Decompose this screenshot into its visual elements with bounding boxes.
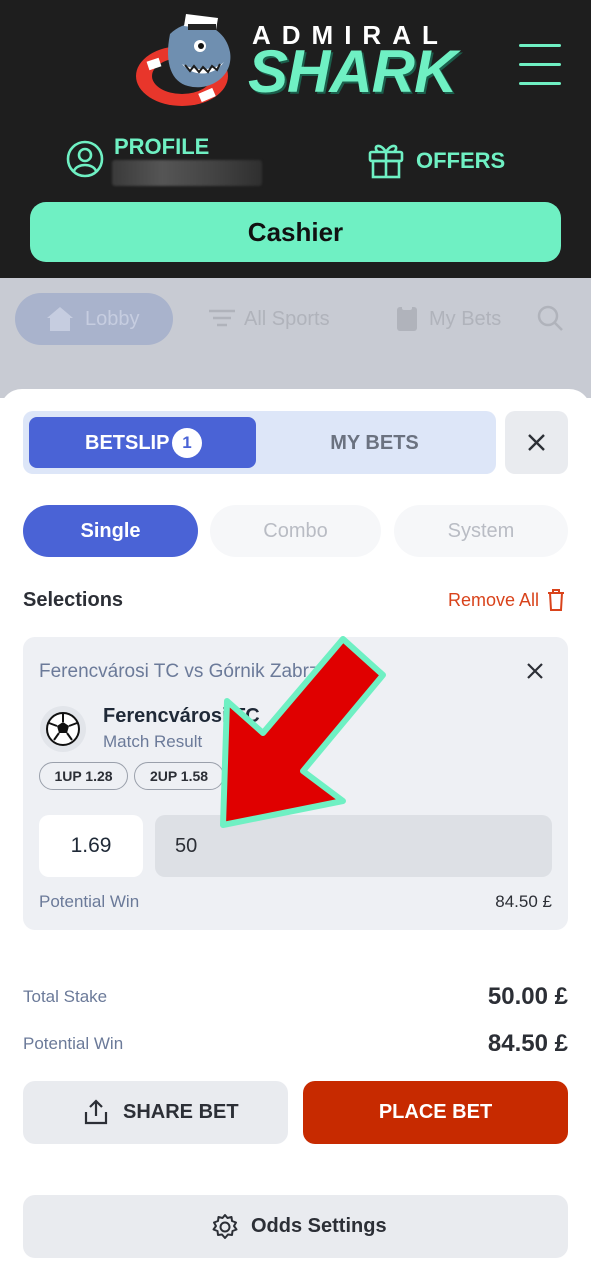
potential-win-value: 84.50 £ <box>487 1030 568 1057</box>
tab-betslip[interactable]: BETSLIP 1 <box>29 417 256 468</box>
app-header: ADMIRAL SHARK PROFILE OFFERS Cashier <box>0 0 591 278</box>
gear-icon <box>212 1214 238 1239</box>
search-icon <box>537 305 563 331</box>
user-circle-icon <box>66 140 104 178</box>
gift-icon <box>368 144 404 179</box>
clipboard-icon <box>397 305 417 331</box>
chip-1up[interactable]: 1UP 1.28 <box>39 762 128 790</box>
cashier-button[interactable]: Cashier <box>30 202 561 262</box>
close-betslip-button[interactable] <box>505 411 568 474</box>
bet-type-system[interactable]: System <box>394 505 568 557</box>
selection-potential-win-label: Potential Win <box>39 892 140 911</box>
place-bet-button[interactable]: PLACE BET <box>303 1081 568 1144</box>
dimmed-background-nav: Lobby All Sports My Bets <box>0 278 591 398</box>
selection-odds: 1.69 <box>39 815 143 877</box>
remove-selection-button[interactable] <box>521 657 549 685</box>
bet-type-combo[interactable]: Combo <box>210 505 381 557</box>
filter-icon <box>209 309 235 327</box>
admiral-shark-logo[interactable]: ADMIRAL SHARK <box>130 4 470 114</box>
odds-settings-label: Odds Settings <box>251 1215 387 1237</box>
bet-type-single[interactable]: Single <box>23 505 198 557</box>
tab-my-bets-label: MY BETS <box>330 432 419 454</box>
potential-win-label: Potential Win <box>23 1034 124 1053</box>
share-bet-button[interactable]: SHARE BET <box>23 1081 288 1144</box>
betslip-tabs: BETSLIP 1 MY BETS <box>23 411 496 474</box>
home-icon <box>47 307 73 331</box>
tab-my-bets[interactable]: MY BETS <box>259 417 490 468</box>
soccer-ball-icon <box>40 706 86 752</box>
logo-text-shark: SHARK <box>248 38 457 105</box>
shark-mascot-icon <box>136 14 231 106</box>
offers-link[interactable]: OFFERS <box>366 138 516 182</box>
nav-lobby: Lobby <box>15 293 173 345</box>
offers-label: OFFERS <box>416 148 506 173</box>
menu-icon[interactable] <box>519 44 563 86</box>
close-icon <box>527 663 543 679</box>
share-bet-label: SHARE BET <box>123 1101 239 1123</box>
profile-label: PROFILE <box>114 134 210 159</box>
redacted-username <box>112 160 262 186</box>
bet-type-selector: Single Combo System <box>23 505 568 557</box>
tab-betslip-label: BETSLIP <box>85 432 170 454</box>
selections-heading: Selections <box>23 589 124 611</box>
selection-potential-win-value: 84.50 £ <box>495 892 552 911</box>
total-stake-label: Total Stake <box>23 987 108 1006</box>
share-icon <box>84 1099 108 1125</box>
selection-market: Match Result <box>103 732 203 751</box>
odds-settings-button[interactable]: Odds Settings <box>23 1195 568 1258</box>
betslip-count-badge: 1 <box>172 428 202 458</box>
trash-icon[interactable] <box>545 588 567 612</box>
close-icon <box>528 434 545 451</box>
total-stake-value: 50.00 £ <box>487 983 568 1010</box>
profile-link[interactable]: PROFILE <box>64 132 284 192</box>
nav-lobby-label: Lobby <box>85 308 140 330</box>
nav-all-sports: All Sports <box>244 308 330 330</box>
nav-my-bets: My Bets <box>429 308 502 330</box>
remove-all-link[interactable]: Remove All <box>448 590 539 611</box>
annotation-arrow-icon <box>220 636 386 828</box>
